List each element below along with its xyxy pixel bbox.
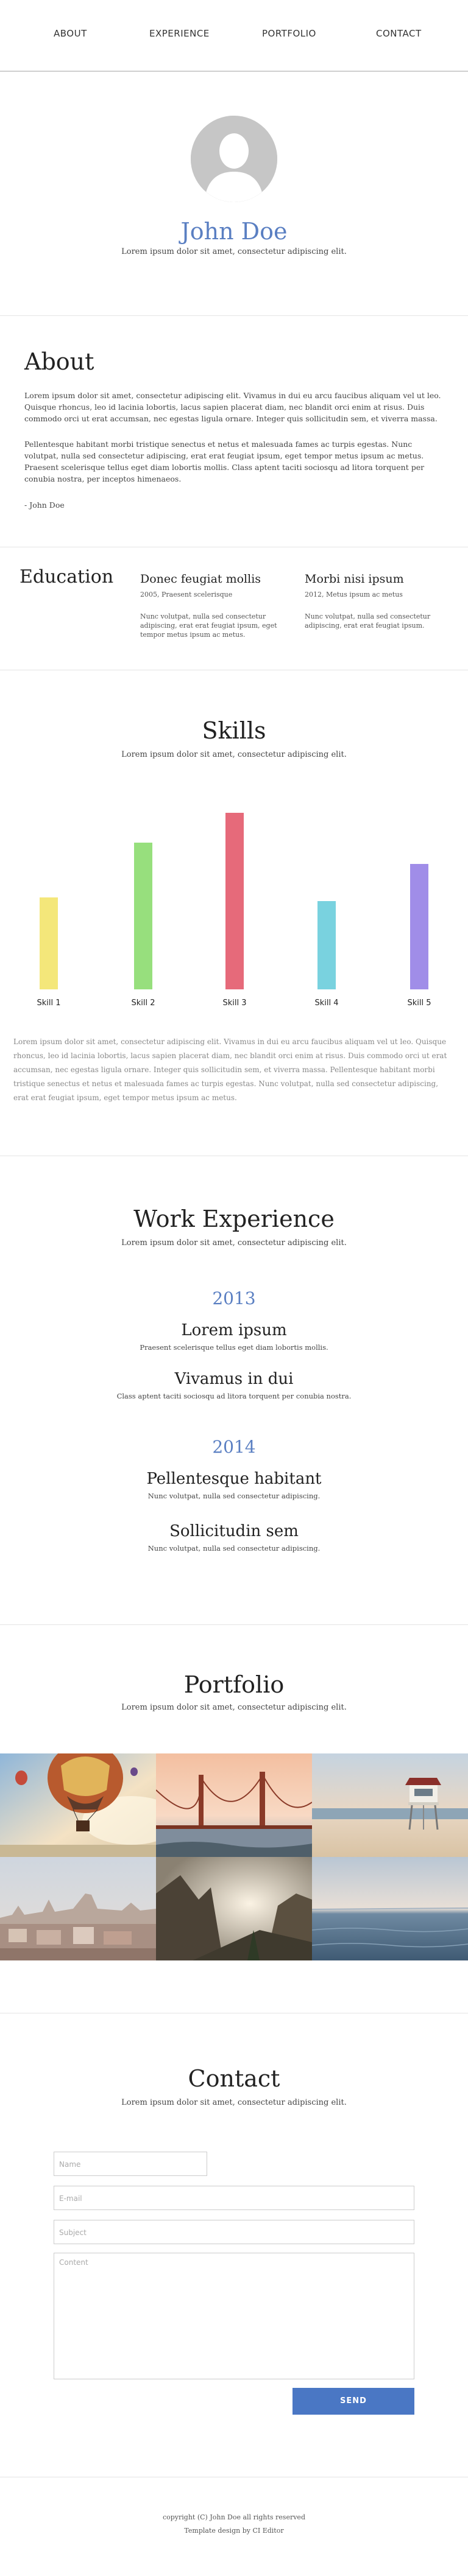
work-year: 2014 bbox=[212, 1437, 256, 1457]
portfolio-item-balloon[interactable] bbox=[0, 1753, 156, 1857]
skill-bar bbox=[317, 901, 336, 989]
job-desc: Class aptent taciti sociosqu ad litora t… bbox=[116, 1392, 352, 1400]
skill-bar bbox=[40, 897, 58, 989]
email-field[interactable]: E-mail bbox=[54, 2186, 414, 2210]
divider bbox=[0, 315, 468, 316]
nav-experience[interactable]: EXPERIENCE bbox=[149, 28, 210, 39]
about-paragraph-1: Lorem ipsum dolor sit amet, consectetur … bbox=[24, 391, 441, 423]
name-field[interactable]: Name bbox=[54, 2152, 207, 2176]
hot-air-balloon-image bbox=[0, 1753, 156, 1857]
job-desc: Nunc volutpat, nulla sed consectetur adi… bbox=[147, 1544, 321, 1553]
work-title: Work Experience bbox=[133, 1206, 335, 1232]
bridge-image bbox=[156, 1753, 312, 1857]
contact-subtitle: Lorem ipsum dolor sit amet, consectetur … bbox=[121, 2098, 347, 2107]
skills-title: Skills bbox=[202, 717, 266, 744]
skill-bar bbox=[410, 864, 428, 989]
education-item-sub: 2012, Metus ipsum ac metus bbox=[305, 591, 403, 598]
city-image bbox=[0, 1857, 156, 1960]
content-textarea[interactable]: Content bbox=[54, 2253, 414, 2379]
about-paragraph-2: Pellentesque habitant morbi tristique se… bbox=[24, 440, 425, 483]
skills-subtitle: Lorem ipsum dolor sit amet, consectetur … bbox=[121, 750, 347, 759]
contact-title: Contact bbox=[188, 2065, 280, 2092]
nav-contact[interactable]: CONTACT bbox=[376, 28, 422, 39]
education-item-heading: Donec feugiat mollis bbox=[140, 572, 261, 586]
skill-bar bbox=[134, 843, 152, 989]
send-button[interactable]: SEND bbox=[292, 2388, 414, 2415]
education-item-heading: Morbi nisi ipsum bbox=[305, 572, 404, 586]
hero-name: John Doe bbox=[180, 218, 288, 245]
portfolio-item-bridge[interactable] bbox=[156, 1753, 312, 1857]
skill-label: Skill 3 bbox=[222, 998, 247, 1008]
portfolio-item-city[interactable] bbox=[0, 1857, 156, 1960]
nav-about[interactable]: ABOUT bbox=[54, 28, 87, 39]
work-year: 2013 bbox=[212, 1288, 256, 1308]
skills-paragraph: Lorem ipsum dolor sit amet, consectetur … bbox=[13, 1037, 447, 1102]
portfolio-item-mountain[interactable] bbox=[156, 1857, 312, 1960]
education-title: Education bbox=[20, 566, 114, 588]
job-desc: Nunc volutpat, nulla sed consectetur adi… bbox=[147, 1492, 321, 1500]
education-item: Morbi nisi ipsum 2012, Metus ipsum ac me… bbox=[305, 572, 445, 630]
education-item-desc: Nunc volutpat, nulla sed consectetur adi… bbox=[305, 612, 431, 630]
job-title: Pellentesque habitant bbox=[146, 1470, 322, 1488]
about-title: About bbox=[24, 348, 94, 375]
footer-copyright: copyright (C) John Doe all rights reserv… bbox=[162, 2513, 305, 2521]
portfolio-item-lifeguard[interactable] bbox=[312, 1753, 468, 1857]
job-title: Vivamus in dui bbox=[174, 1370, 294, 1388]
footer-credit: Template design by CI Editor bbox=[184, 2527, 284, 2535]
skill-label: Skill 2 bbox=[131, 998, 155, 1008]
education-item: Donec feugiat mollis 2005, Praesent scel… bbox=[140, 572, 280, 639]
hero-tagline: Lorem ipsum dolor sit amet, consectetur … bbox=[121, 247, 347, 256]
nav-portfolio[interactable]: PORTFOLIO bbox=[262, 28, 316, 39]
sea-image bbox=[312, 1857, 468, 1960]
user-silhouette-icon bbox=[191, 116, 277, 202]
portfolio-subtitle: Lorem ipsum dolor sit amet, consectetur … bbox=[121, 1703, 347, 1712]
portfolio-title: Portfolio bbox=[183, 1671, 285, 1698]
hero-section: John Doe Lorem ipsum dolor sit amet, con… bbox=[0, 73, 468, 317]
skill-label: Skill 1 bbox=[37, 998, 61, 1008]
job-desc: Praesent scelerisque tellus eget diam lo… bbox=[140, 1343, 328, 1352]
avatar bbox=[191, 116, 277, 202]
lifeguard-tower-image bbox=[312, 1753, 468, 1857]
education-item-desc: Nunc volutpat, nulla sed consectetur adi… bbox=[140, 612, 277, 639]
skill-bar bbox=[225, 813, 244, 989]
job-title: Sollicitudin sem bbox=[169, 1522, 299, 1540]
divider bbox=[0, 1624, 468, 1625]
mountain-image bbox=[156, 1857, 312, 1960]
skill-label: Skill 4 bbox=[314, 998, 339, 1008]
skill-label: Skill 5 bbox=[407, 998, 431, 1008]
job-title: Lorem ipsum bbox=[181, 1321, 287, 1339]
top-nav: ABOUT EXPERIENCE PORTFOLIO CONTACT bbox=[0, 0, 468, 72]
portfolio-item-sea[interactable] bbox=[312, 1857, 468, 1960]
work-subtitle: Lorem ipsum dolor sit amet, consectetur … bbox=[121, 1238, 347, 1248]
subject-field[interactable]: Subject bbox=[54, 2220, 414, 2244]
about-signature: - John Doe bbox=[24, 500, 65, 510]
education-item-sub: 2005, Praesent scelerisque bbox=[140, 591, 233, 598]
